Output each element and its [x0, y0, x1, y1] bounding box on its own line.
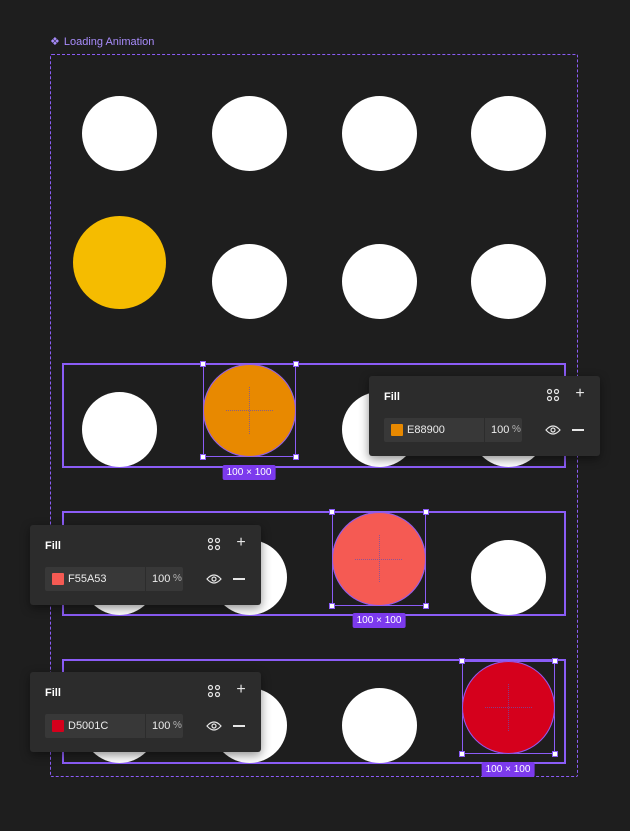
resize-handle[interactable]: [329, 509, 335, 515]
eye-icon[interactable]: [206, 720, 222, 732]
fill-panel: Fill + F55A53 100 %: [30, 525, 261, 605]
color-swatch[interactable]: [52, 573, 64, 585]
fill-color-field[interactable]: F55A53 100 %: [45, 567, 183, 591]
plus-icon[interactable]: +: [233, 534, 249, 552]
resize-handle[interactable]: [200, 361, 206, 367]
fill-panel: Fill + E88900 100 %: [369, 376, 600, 456]
fill-color-field[interactable]: D5001C 100 %: [45, 714, 183, 738]
field-divider: [145, 567, 146, 591]
opacity-value[interactable]: 100: [152, 573, 170, 585]
component-icon: ❖: [50, 36, 60, 48]
resize-handle[interactable]: [459, 751, 465, 757]
hex-value[interactable]: D5001C: [68, 720, 108, 732]
style-grid-icon[interactable]: [546, 388, 560, 402]
minus-icon[interactable]: [233, 578, 245, 580]
circle[interactable]: [471, 244, 546, 319]
plus-icon[interactable]: +: [572, 385, 588, 403]
circle[interactable]: [82, 392, 157, 467]
size-tag: 100 × 100: [352, 613, 406, 628]
size-tag: 100 × 100: [481, 762, 535, 777]
eye-icon[interactable]: [206, 573, 222, 585]
resize-handle[interactable]: [423, 509, 429, 515]
resize-handle[interactable]: [200, 454, 206, 460]
circle[interactable]: [471, 96, 546, 171]
size-tag: 100 × 100: [222, 465, 276, 480]
circle[interactable]: [342, 688, 417, 763]
minus-icon[interactable]: [572, 429, 584, 431]
center-guide: [508, 684, 509, 731]
percent-label: %: [173, 720, 182, 731]
circle[interactable]: [212, 96, 287, 171]
color-swatch[interactable]: [52, 720, 64, 732]
center-guide: [249, 387, 250, 434]
field-divider: [484, 418, 485, 442]
resize-handle[interactable]: [459, 658, 465, 664]
frame-label[interactable]: ❖ Loading Animation: [50, 35, 155, 49]
circle[interactable]: [342, 96, 417, 171]
minus-icon[interactable]: [233, 725, 245, 727]
circle[interactable]: [342, 244, 417, 319]
hex-value[interactable]: F55A53: [68, 573, 107, 585]
circle[interactable]: [212, 244, 287, 319]
resize-handle[interactable]: [552, 751, 558, 757]
circle[interactable]: [82, 96, 157, 171]
opacity-value[interactable]: 100: [152, 720, 170, 732]
percent-label: %: [173, 573, 182, 584]
fill-color-field[interactable]: E88900 100 %: [384, 418, 522, 442]
fill-title: Fill: [384, 391, 400, 403]
hex-value[interactable]: E88900: [407, 424, 445, 436]
resize-handle[interactable]: [293, 361, 299, 367]
fill-title: Fill: [45, 687, 61, 699]
fill-title: Fill: [45, 540, 61, 552]
yellow-circle[interactable]: [73, 216, 166, 309]
style-grid-icon[interactable]: [207, 537, 221, 551]
eye-icon[interactable]: [545, 424, 561, 436]
fill-panel: Fill + D5001C 100 %: [30, 672, 261, 752]
resize-handle[interactable]: [293, 454, 299, 460]
plus-icon[interactable]: +: [233, 681, 249, 699]
style-grid-icon[interactable]: [207, 684, 221, 698]
color-swatch[interactable]: [391, 424, 403, 436]
frame-label-text: Loading Animation: [63, 35, 155, 48]
opacity-value[interactable]: 100: [491, 424, 509, 436]
field-divider: [145, 714, 146, 738]
resize-handle[interactable]: [329, 603, 335, 609]
resize-handle[interactable]: [423, 603, 429, 609]
percent-label: %: [512, 424, 521, 435]
circle[interactable]: [471, 540, 546, 615]
center-guide: [379, 535, 380, 582]
resize-handle[interactable]: [552, 658, 558, 664]
